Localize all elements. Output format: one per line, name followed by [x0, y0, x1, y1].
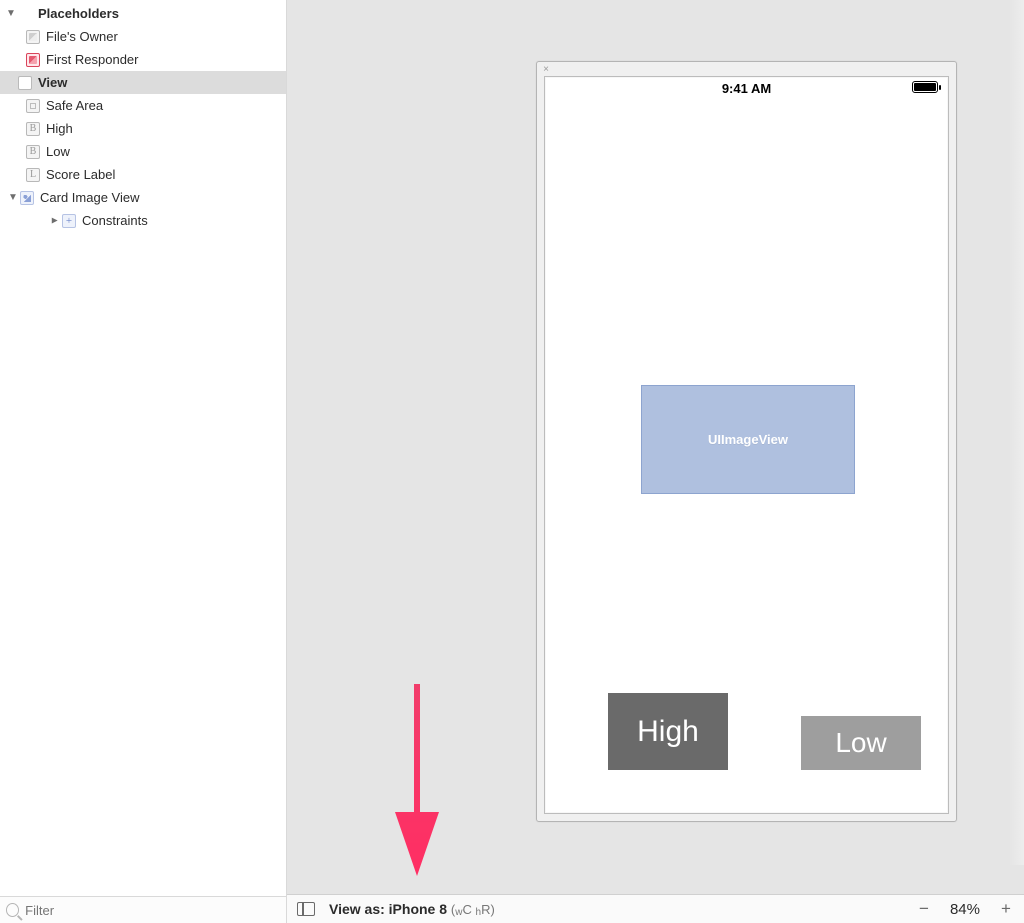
outline-item-constraints[interactable]: ▼ Constraints: [0, 209, 286, 232]
ib-canvas: × 9:41 AM UIImageView High Low: [287, 0, 1024, 923]
view-as-device: iPhone 8: [389, 901, 447, 917]
item-label: Constraints: [82, 213, 148, 228]
scene-close-button[interactable]: ×: [541, 65, 551, 75]
button-icon: [24, 120, 42, 138]
outline-item-low-button[interactable]: Low: [0, 140, 286, 163]
disclosure-triangle-icon[interactable]: ▼: [6, 8, 16, 19]
outline-tree[interactable]: ▼ Placeholders File's Owner First Respon…: [0, 0, 286, 896]
button-label: Low: [835, 727, 886, 759]
outline-item-files-owner[interactable]: File's Owner: [0, 25, 286, 48]
view-as-prefix: View as:: [329, 901, 389, 917]
card-image-view[interactable]: UIImageView: [641, 385, 855, 494]
vertical-scrollbar[interactable]: [1008, 0, 1024, 865]
status-bar: 9:41 AM: [545, 77, 948, 99]
zoom-level: 84%: [950, 901, 980, 918]
status-bar-time: 9:41 AM: [722, 81, 771, 96]
item-label: Card Image View: [40, 190, 139, 205]
blank-icon: [16, 5, 34, 23]
outline-section-placeholders[interactable]: ▼ Placeholders: [0, 2, 286, 25]
canvas-bottom-bar: View as: iPhone 8 (wC hR) − 84% +: [287, 894, 1024, 923]
item-label: Safe Area: [46, 98, 103, 113]
section-label: Placeholders: [38, 6, 119, 21]
item-label: View: [38, 75, 67, 90]
view-icon: [16, 74, 34, 92]
outline-item-view[interactable]: ▼ View: [0, 71, 286, 94]
disclosure-triangle-icon[interactable]: ▼: [50, 216, 61, 226]
canvas-scroll[interactable]: × 9:41 AM UIImageView High Low: [287, 0, 1024, 894]
outline-filter-input[interactable]: [25, 903, 280, 918]
ib-scene-device-frame[interactable]: × 9:41 AM UIImageView High Low: [536, 61, 957, 822]
item-label: Low: [46, 144, 70, 159]
button-label: High: [637, 715, 699, 749]
low-button[interactable]: Low: [801, 716, 921, 770]
zoom-in-button[interactable]: +: [998, 899, 1014, 919]
constraints-icon: [60, 212, 78, 230]
outline-item-high-button[interactable]: High: [0, 117, 286, 140]
outline-item-first-responder[interactable]: First Responder: [0, 48, 286, 71]
label-icon: [24, 166, 42, 184]
outline-item-card-image-view[interactable]: ▼ Card Image View: [0, 186, 286, 209]
toggle-outline-button[interactable]: [297, 902, 315, 916]
size-class-label: (wC hR): [451, 902, 495, 917]
item-label: Score Label: [46, 167, 115, 182]
cube-icon: [24, 28, 42, 46]
outline-item-score-label[interactable]: Score Label: [0, 163, 286, 186]
zoom-controls: − 84% +: [916, 899, 1014, 919]
uiimage-placeholder-text: UIImageView: [708, 432, 788, 447]
red-cube-icon: [24, 51, 42, 69]
view-as-control[interactable]: View as: iPhone 8 (wC hR): [329, 901, 495, 918]
document-outline: ▼ Placeholders File's Owner First Respon…: [0, 0, 287, 923]
button-icon: [24, 143, 42, 161]
battery-icon: [912, 81, 938, 93]
disclosure-triangle-icon[interactable]: ▼: [8, 192, 18, 203]
item-label: First Responder: [46, 52, 138, 67]
imageview-icon: [18, 189, 36, 207]
high-button[interactable]: High: [608, 693, 728, 770]
outline-item-safe-area[interactable]: Safe Area: [0, 94, 286, 117]
zoom-out-button[interactable]: −: [916, 899, 932, 919]
safe-area-icon: [24, 97, 42, 115]
annotation-arrow-icon: [387, 680, 447, 880]
item-label: High: [46, 121, 73, 136]
outline-filter-bar: [0, 896, 286, 923]
search-icon: [6, 903, 19, 917]
item-label: File's Owner: [46, 29, 118, 44]
ib-root-view[interactable]: 9:41 AM UIImageView High Low: [544, 76, 949, 814]
